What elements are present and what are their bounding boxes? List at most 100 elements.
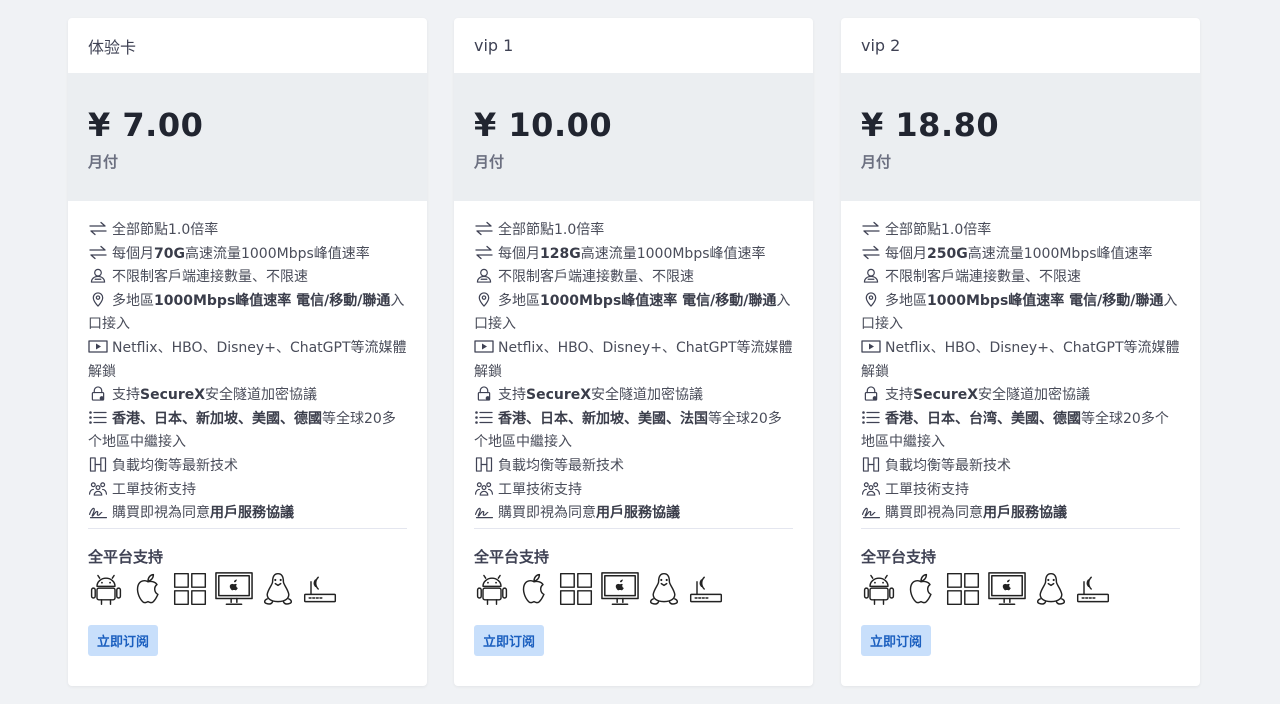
load-balance-icon	[861, 457, 881, 472]
router-icon	[688, 570, 724, 608]
android-icon	[474, 570, 510, 608]
plan-price: ¥ 10.00	[474, 106, 613, 144]
feature-support: 工單技術支持	[474, 479, 793, 503]
feature-regions: 多地區1000Mbps峰值速率 電信/移動/聯通入口接入	[861, 292, 1178, 333]
play-video-icon	[88, 339, 108, 354]
feature-regions: 多地區1000Mbps峰值速率 電信/移動/聯通入口接入	[474, 292, 791, 333]
support-team-icon	[88, 481, 108, 496]
billing-period: 月付	[861, 153, 892, 171]
list-icon	[861, 410, 881, 425]
load-balance-icon	[474, 457, 494, 472]
location-pin-icon	[474, 292, 494, 307]
feature-nodes: 香港、日本、新加坡、美國、德國等全球20多个地區中繼接入	[88, 410, 396, 451]
feature-load-balance: 負載均衡等最新技术	[88, 455, 407, 479]
support-team-icon	[861, 481, 881, 496]
apple-icon	[516, 570, 552, 608]
play-video-icon	[861, 339, 881, 354]
linux-icon	[1033, 570, 1069, 608]
billing-period: 月付	[88, 153, 119, 171]
platform-title: 全平台支持	[88, 548, 164, 566]
plan-card-trial: 体验卡 ¥ 7.00 月付 全部節點1.0倍率 每個月70G高速流量1000Mb…	[68, 18, 427, 686]
signature-icon	[88, 504, 108, 519]
router-icon	[1075, 570, 1111, 608]
subscribe-button[interactable]: 立即订阅	[88, 625, 159, 656]
feature-load-balance: 負載均衡等最新技术	[474, 455, 793, 479]
plan-card-vip2: vip 2 ¥ 18.80 月付 全部節點1.0倍率 每個月250G高速流量10…	[841, 18, 1200, 686]
swap-arrows-icon	[88, 221, 108, 236]
price-block: ¥ 10.00 月付	[454, 73, 813, 201]
feature-nodes: 香港、日本、新加坡、美國、法国等全球20多个地區中繼接入	[474, 410, 782, 451]
swap-arrows-icon	[861, 245, 881, 260]
platform-icons	[474, 569, 793, 609]
location-pin-icon	[88, 292, 108, 307]
platform-icons	[88, 569, 407, 609]
plan-name: 体验卡	[88, 37, 137, 57]
feature-security: 支持SecureX安全隧道加密協議	[88, 384, 407, 408]
feature-streaming: Netflix、HBO、Disney+、ChatGPT等流媒體解鎖	[861, 339, 1180, 380]
users-icon	[474, 268, 494, 283]
plan-price: ¥ 7.00	[88, 106, 204, 144]
lock-icon	[861, 386, 881, 401]
location-pin-icon	[861, 292, 881, 307]
feature-multiplier: 全部節點1.0倍率	[861, 219, 1180, 243]
list-icon	[88, 410, 108, 425]
platform-section: 全平台支持 立即订阅	[841, 529, 1200, 656]
subscribe-button[interactable]: 立即订阅	[861, 625, 932, 656]
android-icon	[88, 570, 124, 608]
play-video-icon	[474, 339, 494, 354]
router-icon	[302, 570, 338, 608]
windows-icon	[945, 570, 981, 608]
plan-price: ¥ 18.80	[861, 106, 1000, 144]
feature-load-balance: 負載均衡等最新技术	[861, 455, 1180, 479]
lock-icon	[474, 386, 494, 401]
feature-traffic: 每個月250G高速流量1000Mbps峰值速率	[861, 243, 1180, 267]
apple-icon	[903, 570, 939, 608]
linux-icon	[260, 570, 296, 608]
feature-terms: 購買即視為同意用戶服務協議	[88, 502, 407, 526]
feature-traffic: 每個月70G高速流量1000Mbps峰值速率	[88, 243, 407, 267]
feature-nodes: 香港、日本、台湾、美國、德國等全球20多个地區中繼接入	[861, 410, 1169, 451]
feature-regions: 多地區1000Mbps峰值速率 電信/移動/聯通入口接入	[88, 292, 405, 333]
platform-section: 全平台支持 立即订阅	[68, 529, 427, 656]
feature-list: 全部節點1.0倍率 每個月250G高速流量1000Mbps峰值速率 不限制客戶端…	[841, 201, 1200, 528]
feature-multiplier: 全部節點1.0倍率	[474, 219, 793, 243]
feature-connections: 不限制客戶端連接數量、不限速	[474, 266, 793, 290]
feature-terms: 購買即視為同意用戶服務協議	[474, 502, 793, 526]
platform-title: 全平台支持	[861, 548, 937, 566]
macos-monitor-icon	[214, 570, 254, 608]
macos-monitor-icon	[600, 570, 640, 608]
feature-streaming: Netflix、HBO、Disney+、ChatGPT等流媒體解鎖	[474, 339, 793, 380]
platform-section: 全平台支持 立即订阅	[454, 529, 813, 656]
feature-security: 支持SecureX安全隧道加密協議	[861, 384, 1180, 408]
linux-icon	[646, 570, 682, 608]
feature-list: 全部節點1.0倍率 每個月70G高速流量1000Mbps峰值速率 不限制客戶端連…	[68, 201, 427, 528]
feature-streaming: Netflix、HBO、Disney+、ChatGPT等流媒體解鎖	[88, 339, 407, 380]
support-team-icon	[474, 481, 494, 496]
feature-connections: 不限制客戶端連接數量、不限速	[861, 266, 1180, 290]
feature-connections: 不限制客戶端連接數量、不限速	[88, 266, 407, 290]
feature-security: 支持SecureX安全隧道加密協議	[474, 384, 793, 408]
feature-list: 全部節點1.0倍率 每個月128G高速流量1000Mbps峰值速率 不限制客戶端…	[454, 201, 813, 528]
plan-name: vip 1	[474, 36, 514, 55]
android-icon	[861, 570, 897, 608]
subscribe-button[interactable]: 立即订阅	[474, 625, 545, 656]
users-icon	[88, 268, 108, 283]
platform-icons	[861, 569, 1180, 609]
swap-arrows-icon	[474, 221, 494, 236]
plan-card-vip1: vip 1 ¥ 10.00 月付 全部節點1.0倍率 每個月128G高速流量10…	[454, 18, 813, 686]
feature-traffic: 每個月128G高速流量1000Mbps峰值速率	[474, 243, 793, 267]
windows-icon	[558, 570, 594, 608]
macos-monitor-icon	[987, 570, 1027, 608]
billing-period: 月付	[474, 153, 505, 171]
price-block: ¥ 18.80 月付	[841, 73, 1200, 201]
signature-icon	[861, 504, 881, 519]
load-balance-icon	[88, 457, 108, 472]
plan-name: vip 2	[861, 36, 901, 55]
lock-icon	[88, 386, 108, 401]
feature-support: 工單技術支持	[861, 479, 1180, 503]
apple-icon	[130, 570, 166, 608]
feature-terms: 購買即視為同意用戶服務協議	[861, 502, 1180, 526]
swap-arrows-icon	[88, 245, 108, 260]
swap-arrows-icon	[861, 221, 881, 236]
feature-multiplier: 全部節點1.0倍率	[88, 219, 407, 243]
